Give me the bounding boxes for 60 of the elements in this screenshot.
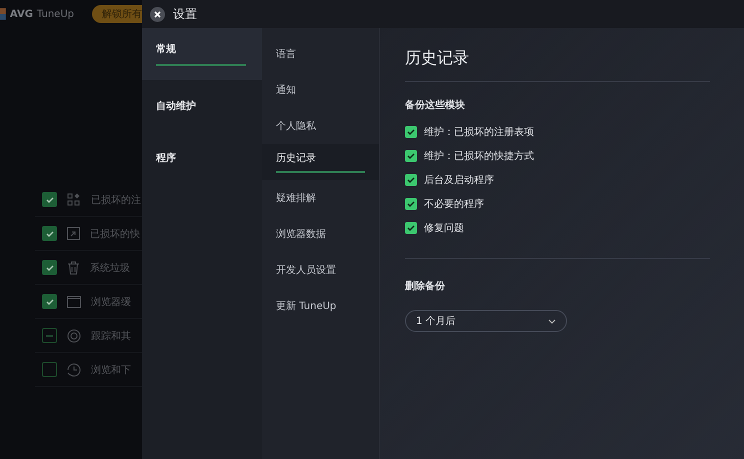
close-icon: [154, 10, 161, 18]
grid-icon: [67, 192, 81, 206]
period-dropdown[interactable]: 1 个月后: [405, 310, 567, 332]
row-label: 已损坏的注: [91, 194, 141, 206]
page-tab[interactable]: 浏览器数据: [262, 216, 379, 252]
target-icon: [67, 328, 81, 342]
checkbox[interactable]: [405, 174, 417, 186]
app-name: TuneUp: [36, 8, 74, 20]
checkbox-label: 维护：已损坏的注册表项: [424, 126, 534, 139]
checkbox[interactable]: [405, 150, 417, 162]
shortcut-icon: [67, 227, 80, 240]
checkmark-icon: [46, 230, 54, 238]
window-icon: [67, 296, 81, 308]
page-tab[interactable]: 疑难排解: [262, 180, 379, 216]
row-label: 跟踪和其: [91, 330, 131, 342]
trash-icon: [67, 260, 80, 274]
checkmark-icon: [46, 196, 54, 204]
page-tab[interactable]: 语言: [262, 36, 379, 72]
clock-icon: [67, 362, 81, 376]
category-tab[interactable]: 程序: [142, 132, 262, 184]
checkmark-icon: [46, 298, 54, 306]
checkbox-label: 后台及启动程序: [424, 174, 494, 187]
checkbox-label: 不必要的程序: [424, 198, 484, 211]
chevron-icon: [548, 318, 556, 324]
checkbox[interactable]: [42, 260, 57, 275]
page-tab[interactable]: 开发人员设置: [262, 252, 379, 288]
row-label: 浏览器缓: [91, 296, 131, 308]
close-button[interactable]: [150, 6, 165, 22]
logo-text: AVG: [10, 8, 33, 20]
checkmark-icon: [46, 264, 54, 272]
delete-heading: 删除备份: [405, 280, 446, 293]
category-tab[interactable]: 自动维护: [142, 80, 262, 132]
checkbox-label: 维护：已损坏的快捷方式: [424, 150, 534, 163]
checkmark-icon: [407, 128, 415, 136]
checkbox[interactable]: [42, 192, 57, 207]
checkmark-icon: [407, 200, 415, 208]
checkbox[interactable]: [42, 294, 57, 309]
checkbox[interactable]: [405, 222, 417, 234]
backup-heading: 备份这些模块: [405, 98, 466, 112]
dash-icon: [46, 334, 53, 336]
row-label: 系统垃圾: [90, 262, 130, 274]
checkbox[interactable]: [42, 226, 57, 241]
checkmark-icon: [407, 152, 415, 160]
logo-icon: [0, 8, 6, 20]
checkbox[interactable]: [405, 126, 417, 138]
page-tab[interactable]: 个人隐私: [262, 108, 379, 144]
checkbox[interactable]: [405, 198, 417, 210]
page-tab[interactable]: 历史记录: [262, 144, 379, 180]
checkbox-label: 修复问题: [424, 222, 464, 235]
section-title: 历史记录: [405, 48, 470, 69]
page-tab[interactable]: 更新 TuneUp: [262, 288, 379, 324]
panel-title: 设置: [173, 6, 197, 22]
checkbox[interactable]: [42, 362, 57, 377]
row-label: 已损坏的快: [90, 228, 140, 240]
checkmark-icon: [407, 224, 415, 232]
checkbox[interactable]: [42, 328, 57, 343]
checkmark-icon: [407, 176, 415, 184]
row-label: 浏览和下: [91, 364, 131, 376]
category-tab[interactable]: 常规: [142, 28, 262, 80]
page-tab[interactable]: 通知: [262, 72, 379, 108]
